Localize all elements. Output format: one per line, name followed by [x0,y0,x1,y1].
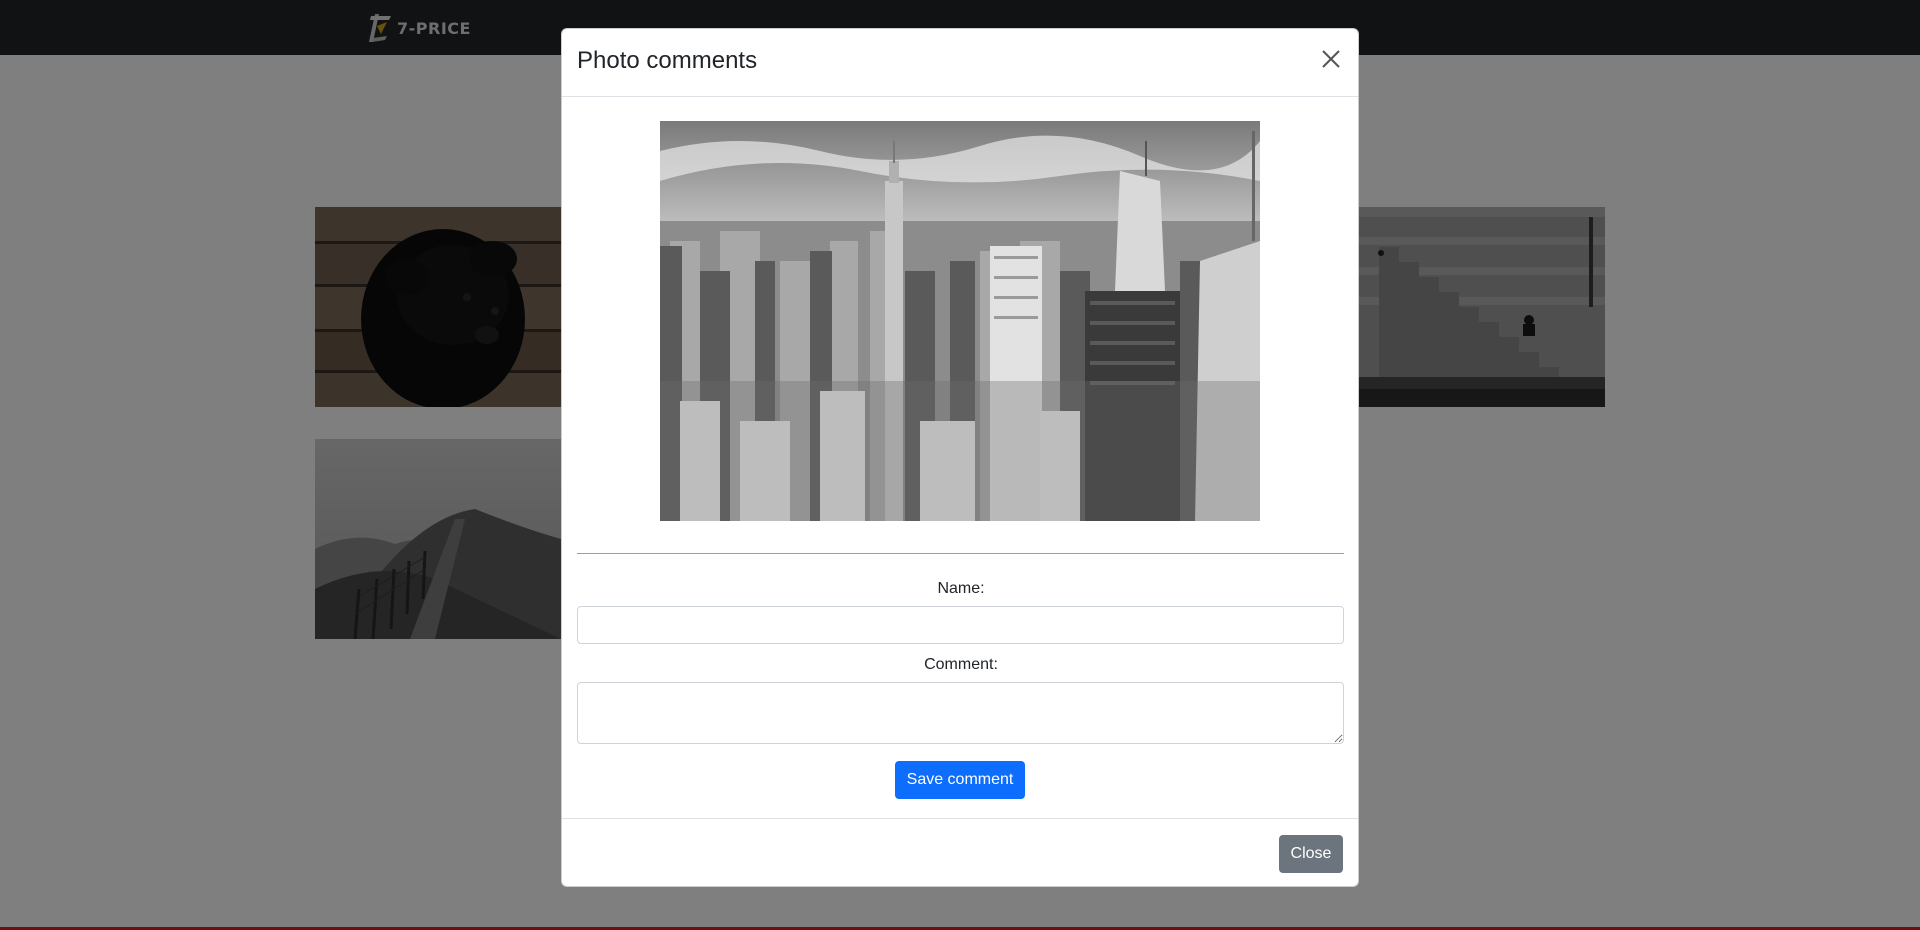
photo-comments-modal: Photo comments Name: Comment: Save comme… [561,28,1359,887]
comment-label: Comment: [924,656,998,673]
close-icon[interactable] [1318,46,1344,72]
modal-body: Name: Comment: Save comment [562,97,1358,819]
modal-header: Photo comments [562,29,1358,97]
close-button[interactable]: Close [1279,835,1343,873]
save-comment-button[interactable]: Save comment [895,761,1025,799]
name-label: Name: [937,580,985,597]
modal-footer: Close [562,819,1358,886]
page: 7-PRICE [0,0,1920,930]
selected-photo-city-skyline [660,121,1260,521]
name-input[interactable] [577,606,1344,644]
comment-textarea[interactable] [577,682,1344,744]
modal-title: Photo comments [577,47,758,74]
divider [577,553,1344,554]
